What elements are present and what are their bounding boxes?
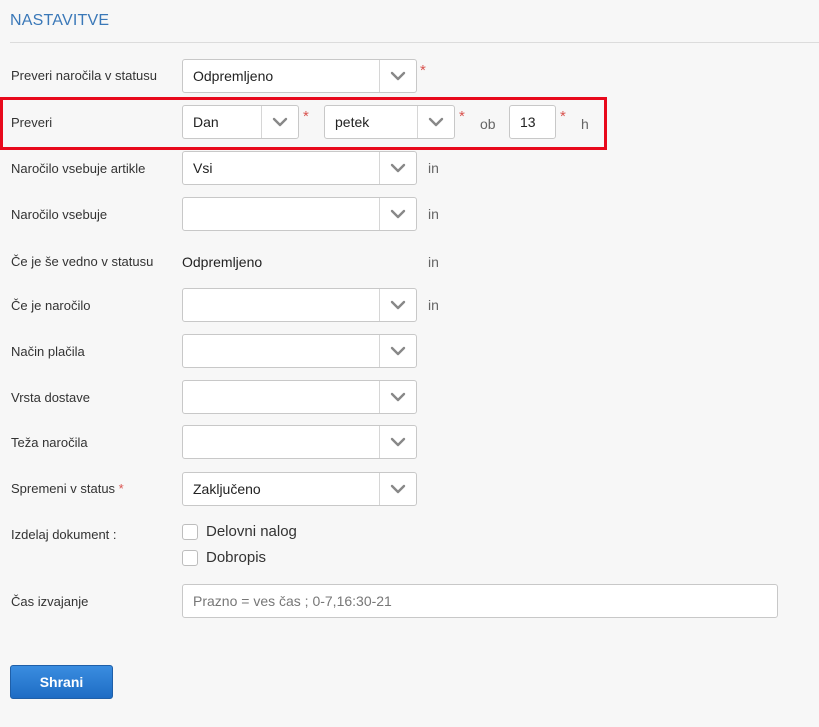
teza-narocila-select[interactable] — [182, 425, 417, 459]
required-mark: * — [118, 481, 124, 496]
required-mark: * — [459, 108, 465, 125]
cas-izvajanje-label: Čas izvajanje — [11, 594, 89, 609]
at-label: ob — [480, 116, 496, 132]
title-divider — [10, 42, 819, 43]
spremeni-status-value: Zaključeno — [193, 481, 261, 497]
chevron-down-icon[interactable] — [379, 60, 416, 92]
required-mark: * — [420, 62, 426, 79]
and-label: in — [428, 254, 439, 270]
vsebuje-artikle-select[interactable]: Vsi — [182, 151, 417, 185]
ce-je-narocilo-select[interactable] — [182, 288, 417, 322]
chevron-down-icon[interactable] — [379, 152, 416, 184]
and-label: in — [428, 160, 439, 176]
preveri-day-value: petek — [335, 114, 370, 130]
spremeni-status-select[interactable]: Zaključeno — [182, 472, 417, 506]
chevron-down-icon[interactable] — [379, 426, 416, 458]
checkbox[interactable] — [182, 524, 198, 540]
section-title: NASTAVITVE — [10, 12, 110, 29]
se-vedno-label: Če je še vedno v statusu — [11, 254, 154, 269]
preveri-status-label: Preveri naročila v statusu — [11, 68, 157, 83]
checkbox-label[interactable]: Dobropis — [206, 549, 266, 566]
vsebuje-artikle-value: Vsi — [193, 160, 213, 176]
vsebuje-artikle-label: Naročilo vsebuje artikle — [11, 161, 146, 176]
spremeni-status-label: Spremeni v status * — [11, 481, 124, 496]
nacin-placila-select[interactable] — [182, 334, 417, 368]
preveri-status-value: Odpremljeno — [193, 68, 274, 84]
checkbox[interactable] — [182, 550, 198, 566]
ce-je-narocilo-label: Če je naročilo — [11, 298, 91, 313]
chevron-down-icon[interactable] — [379, 198, 416, 230]
settings-page: NASTAVITVE Preveri naročila v statusu Od… — [0, 0, 819, 727]
izdelaj-dokument-label: Izdelaj dokument : — [11, 527, 117, 542]
chevron-down-icon[interactable] — [379, 335, 416, 367]
save-button[interactable]: Shrani — [10, 665, 113, 699]
cas-izvajanje-input[interactable] — [182, 584, 778, 618]
preveri-status-select[interactable]: Odpremljeno — [182, 59, 417, 93]
preveri-period-select[interactable]: Dan — [182, 105, 299, 139]
hour-unit: h — [581, 116, 589, 132]
chevron-down-icon[interactable] — [379, 473, 416, 505]
and-label: in — [428, 297, 439, 313]
chevron-down-icon[interactable] — [417, 106, 454, 138]
nacin-placila-label: Način plačila — [11, 344, 85, 359]
preveri-period-value: Dan — [193, 114, 219, 130]
required-mark: * — [303, 108, 309, 125]
preveri-day-select[interactable]: petek — [324, 105, 455, 139]
preveri-label: Preveri — [11, 115, 53, 130]
chevron-down-icon[interactable] — [261, 106, 298, 138]
vrsta-dostave-select[interactable] — [182, 380, 417, 414]
and-label: in — [428, 206, 439, 222]
vsebuje-select[interactable] — [182, 197, 417, 231]
se-vedno-value: Odpremljeno — [182, 254, 263, 270]
chevron-down-icon[interactable] — [379, 381, 416, 413]
vrsta-dostave-label: Vrsta dostave — [11, 390, 91, 405]
hour-input[interactable] — [509, 105, 556, 139]
teza-narocila-label: Teža naročila — [11, 435, 88, 450]
required-mark: * — [560, 108, 566, 125]
vsebuje-label: Naročilo vsebuje — [11, 207, 108, 222]
spremeni-status-label-text: Spremeni v status — [11, 481, 116, 496]
chevron-down-icon[interactable] — [379, 289, 416, 321]
checkbox-label[interactable]: Delovni nalog — [206, 523, 297, 540]
